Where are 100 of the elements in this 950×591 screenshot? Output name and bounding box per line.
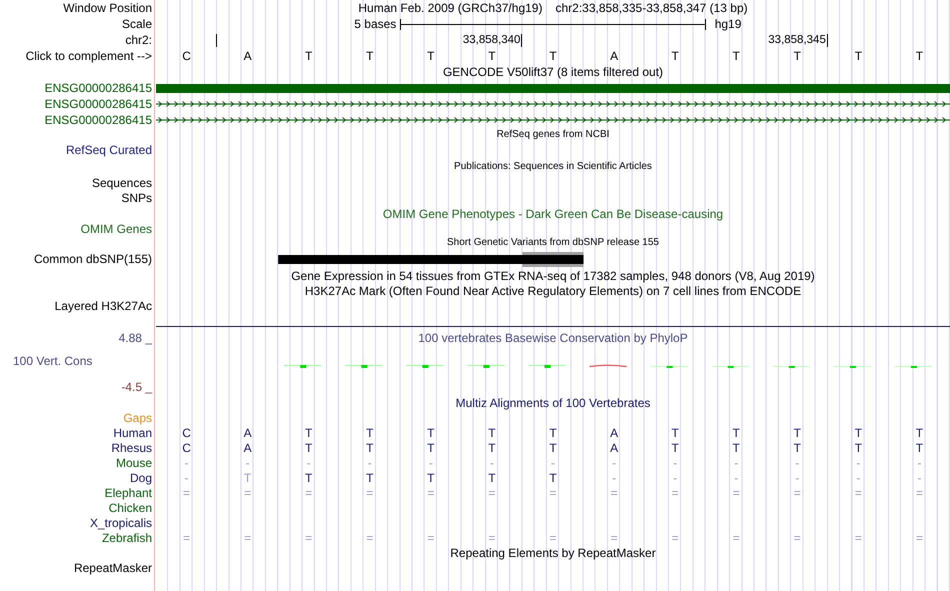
alignment-base: T bbox=[916, 442, 924, 454]
alignment-base: = bbox=[854, 486, 862, 498]
alignment-base: - bbox=[612, 472, 616, 484]
alignment-base: = bbox=[427, 532, 434, 544]
species-label[interactable]: X_tropicalis bbox=[90, 516, 152, 528]
variant-bar-drawing[interactable] bbox=[278, 252, 584, 267]
species-label[interactable]: Mouse bbox=[116, 456, 152, 468]
species-label[interactable]: Rhesus bbox=[111, 442, 152, 454]
alignment-base: C bbox=[182, 442, 191, 454]
base-letter[interactable]: T bbox=[916, 50, 924, 62]
track-label[interactable]: 100 Vert. Cons bbox=[0, 354, 154, 368]
base-letter[interactable]: T bbox=[427, 50, 434, 62]
alignment-base: T bbox=[366, 442, 374, 454]
alignment-base: A bbox=[610, 442, 618, 454]
base-letter[interactable]: T bbox=[854, 50, 862, 62]
alignment-base: A bbox=[244, 426, 252, 438]
base-letter[interactable]: T bbox=[305, 50, 312, 62]
gene-block[interactable] bbox=[156, 84, 950, 92]
alignment-base: T bbox=[549, 442, 557, 454]
base-letter[interactable]: A bbox=[610, 50, 618, 62]
alignment-base: T bbox=[427, 426, 434, 438]
track-title: Short Genetic Variants from dbSNP release 155 bbox=[447, 238, 659, 248]
alignment-base: T bbox=[305, 472, 312, 484]
track-label[interactable]: Common dbSNP(155) bbox=[34, 253, 152, 265]
alignment-base: - bbox=[428, 456, 433, 468]
alignment-base: - bbox=[184, 456, 189, 468]
alignment-base: T bbox=[488, 472, 496, 484]
track-label[interactable]: RefSeq Curated bbox=[66, 144, 152, 156]
alignment-base: = bbox=[732, 486, 740, 498]
alignment-base: A bbox=[610, 426, 618, 438]
alignment-base: T bbox=[854, 426, 862, 438]
track-label[interactable]: RepeatMasker bbox=[74, 562, 152, 574]
alignment-base: T bbox=[305, 442, 312, 454]
axis-max-label: 4.88 _ bbox=[118, 331, 154, 345]
alignment-base: T bbox=[794, 442, 801, 454]
base-letter[interactable]: A bbox=[244, 50, 252, 62]
row-label: Scale bbox=[122, 18, 152, 30]
alignment-base: - bbox=[856, 472, 860, 484]
alignment-base: = bbox=[244, 486, 252, 498]
track-title: Repeating Elements by RepeatMasker bbox=[450, 546, 656, 558]
alignment-base: = bbox=[672, 532, 679, 544]
alignment-base: - bbox=[306, 456, 311, 468]
track-label[interactable]: ENSG00000286415 bbox=[44, 98, 152, 110]
alignment-base: = bbox=[794, 532, 801, 544]
track-label[interactable]: SNPs bbox=[121, 192, 152, 204]
alignment-base: = bbox=[488, 486, 496, 498]
alignment-base: T bbox=[427, 472, 434, 484]
species-label[interactable]: Dog bbox=[130, 472, 152, 484]
species-label[interactable]: Zebrafish bbox=[102, 532, 152, 544]
track-title: 100 vertebrates Basewise Conservation by PhyloP bbox=[418, 332, 688, 344]
base-letter[interactable]: T bbox=[794, 50, 801, 62]
alignment-base: = bbox=[610, 486, 618, 498]
alignment-base: - bbox=[734, 456, 738, 468]
alignment-base: T bbox=[366, 472, 374, 484]
track-label[interactable]: OMIM Genes bbox=[80, 223, 152, 235]
alignment-base: - bbox=[673, 472, 678, 484]
assembly-name: Human Feb. 2009 (GRCh37/hg19) bbox=[358, 2, 542, 14]
complement-label[interactable]: Click to complement --> bbox=[26, 50, 152, 62]
alignment-base: - bbox=[856, 456, 860, 468]
base-letter[interactable]: T bbox=[549, 50, 557, 62]
alignment-base: - bbox=[795, 456, 800, 468]
base-letter[interactable]: T bbox=[488, 50, 496, 62]
track-label[interactable]: Sequences bbox=[92, 176, 152, 188]
species-label[interactable]: Chicken bbox=[108, 502, 152, 514]
alignment-base: T bbox=[794, 426, 801, 438]
alignment-base: A bbox=[244, 442, 252, 454]
alignment-base: T bbox=[366, 426, 374, 438]
base-letter[interactable]: T bbox=[366, 50, 374, 62]
alignment-base: T bbox=[488, 442, 496, 454]
coordinate-label: 33,858,345 bbox=[768, 34, 828, 47]
alignment-base: - bbox=[734, 472, 738, 484]
track-title: Multiz Alignments of 100 Vertebrates bbox=[456, 397, 650, 409]
alignment-base: T bbox=[427, 442, 434, 454]
track-label[interactable]: Layered H3K27Ac bbox=[54, 300, 152, 312]
alignment-base: T bbox=[244, 472, 252, 484]
base-letter[interactable]: T bbox=[732, 50, 740, 62]
alignment-base: = bbox=[488, 532, 496, 544]
base-letter[interactable]: C bbox=[182, 50, 191, 62]
base-letter[interactable]: T bbox=[671, 50, 679, 62]
alignment-base: - bbox=[550, 456, 555, 468]
track-label[interactable]: ENSG00000286415 bbox=[44, 114, 152, 126]
alignment-base: C bbox=[182, 426, 191, 438]
species-label[interactable]: Human bbox=[113, 426, 152, 438]
row-label: chr2: bbox=[125, 34, 152, 46]
track-label[interactable]: ENSG00000286415 bbox=[44, 82, 152, 94]
alignment-base: = bbox=[610, 532, 618, 544]
coordinate-tick bbox=[216, 34, 218, 47]
alignment-base: - bbox=[184, 472, 189, 484]
alignment-base: - bbox=[917, 472, 922, 484]
alignment-base: T bbox=[732, 442, 740, 454]
species-label[interactable]: Elephant bbox=[104, 486, 152, 498]
alignment-base: = bbox=[549, 486, 556, 498]
scale-assembly: hg19 bbox=[714, 18, 742, 30]
alignment-base: = bbox=[916, 532, 923, 544]
alignment-base: T bbox=[732, 426, 740, 438]
position-range: chr2:33,858,335-33,858,347 (13 bp) bbox=[555, 2, 748, 14]
alignment-base: = bbox=[732, 532, 740, 544]
alignment-base: = bbox=[854, 532, 862, 544]
alignment-base: = bbox=[183, 486, 190, 498]
track-title: H3K27Ac Mark (Often Found Near Active Regulatory Elements) on 7 cell lines from ENCODE bbox=[304, 284, 802, 296]
